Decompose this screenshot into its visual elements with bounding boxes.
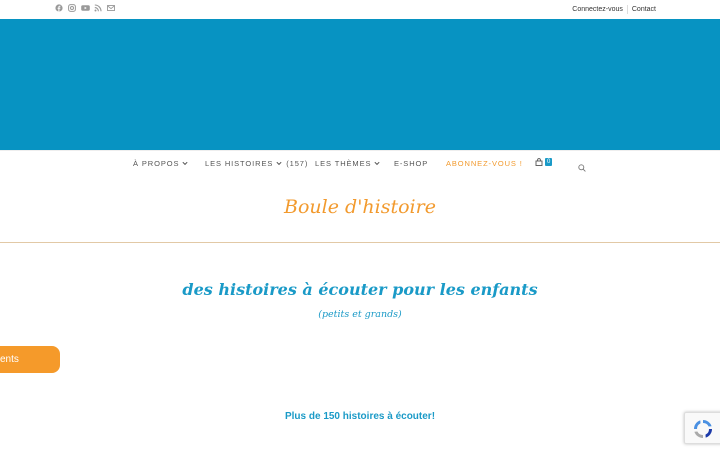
- youtube-icon[interactable]: [81, 4, 90, 13]
- page-subsubtitle: (petits et grands): [318, 309, 402, 320]
- top-links: Connectez-vous Contact: [572, 5, 656, 14]
- nav-item-label: À PROPOS: [133, 159, 180, 168]
- header-banner: [0, 19, 720, 150]
- cart-count-badge: 0: [545, 158, 553, 166]
- nav-item-a-propos[interactable]: À PROPOS: [133, 159, 188, 168]
- login-link[interactable]: Connectez-vous: [572, 6, 623, 13]
- cart-button[interactable]: 0: [535, 158, 553, 166]
- facebook-icon[interactable]: [55, 4, 63, 13]
- nav-item-label: LES HISTOIRES: [205, 159, 274, 168]
- nav-item-les-histoires[interactable]: LES HISTOIRES (157): [205, 159, 308, 168]
- chevron-down-icon: [374, 161, 380, 166]
- instagram-icon[interactable]: [68, 4, 76, 13]
- chevron-down-icon: [182, 161, 188, 166]
- email-icon[interactable]: [107, 4, 115, 13]
- nav-item-e-shop[interactable]: E-SHOP: [394, 159, 428, 168]
- top-link-divider: [626, 5, 628, 14]
- page-subtitle: des histoires à écouter pour les enfants: [182, 280, 538, 299]
- top-bar: Connectez-vous Contact: [0, 0, 720, 19]
- nav-item-abonnez-vous[interactable]: ABONNEZ-VOUS !: [446, 159, 523, 168]
- rss-icon[interactable]: [94, 4, 102, 13]
- page-title: Boule d'histoire: [284, 196, 436, 218]
- chevron-down-icon: [276, 161, 282, 166]
- histoires-count: (157): [286, 159, 309, 168]
- stories-highlight: Plus de 150 histoires à écouter!: [284, 411, 436, 422]
- nav-item-label: E-SHOP: [394, 159, 429, 168]
- nav-item-les-themes[interactable]: LES THÈMES: [315, 159, 380, 168]
- social-links: [55, 4, 115, 13]
- contact-link[interactable]: Contact: [632, 6, 656, 13]
- nav-item-label: LES THÈMES: [315, 159, 372, 168]
- recaptcha-icon: [694, 420, 712, 438]
- recaptcha-badge[interactable]: [684, 412, 720, 444]
- nav-item-label: ABONNEZ-VOUS !: [446, 159, 523, 168]
- shopping-bag-icon: [535, 158, 543, 166]
- search-button[interactable]: [578, 159, 586, 177]
- search-icon: [578, 164, 586, 172]
- side-tab-button[interactable]: ents: [0, 346, 60, 373]
